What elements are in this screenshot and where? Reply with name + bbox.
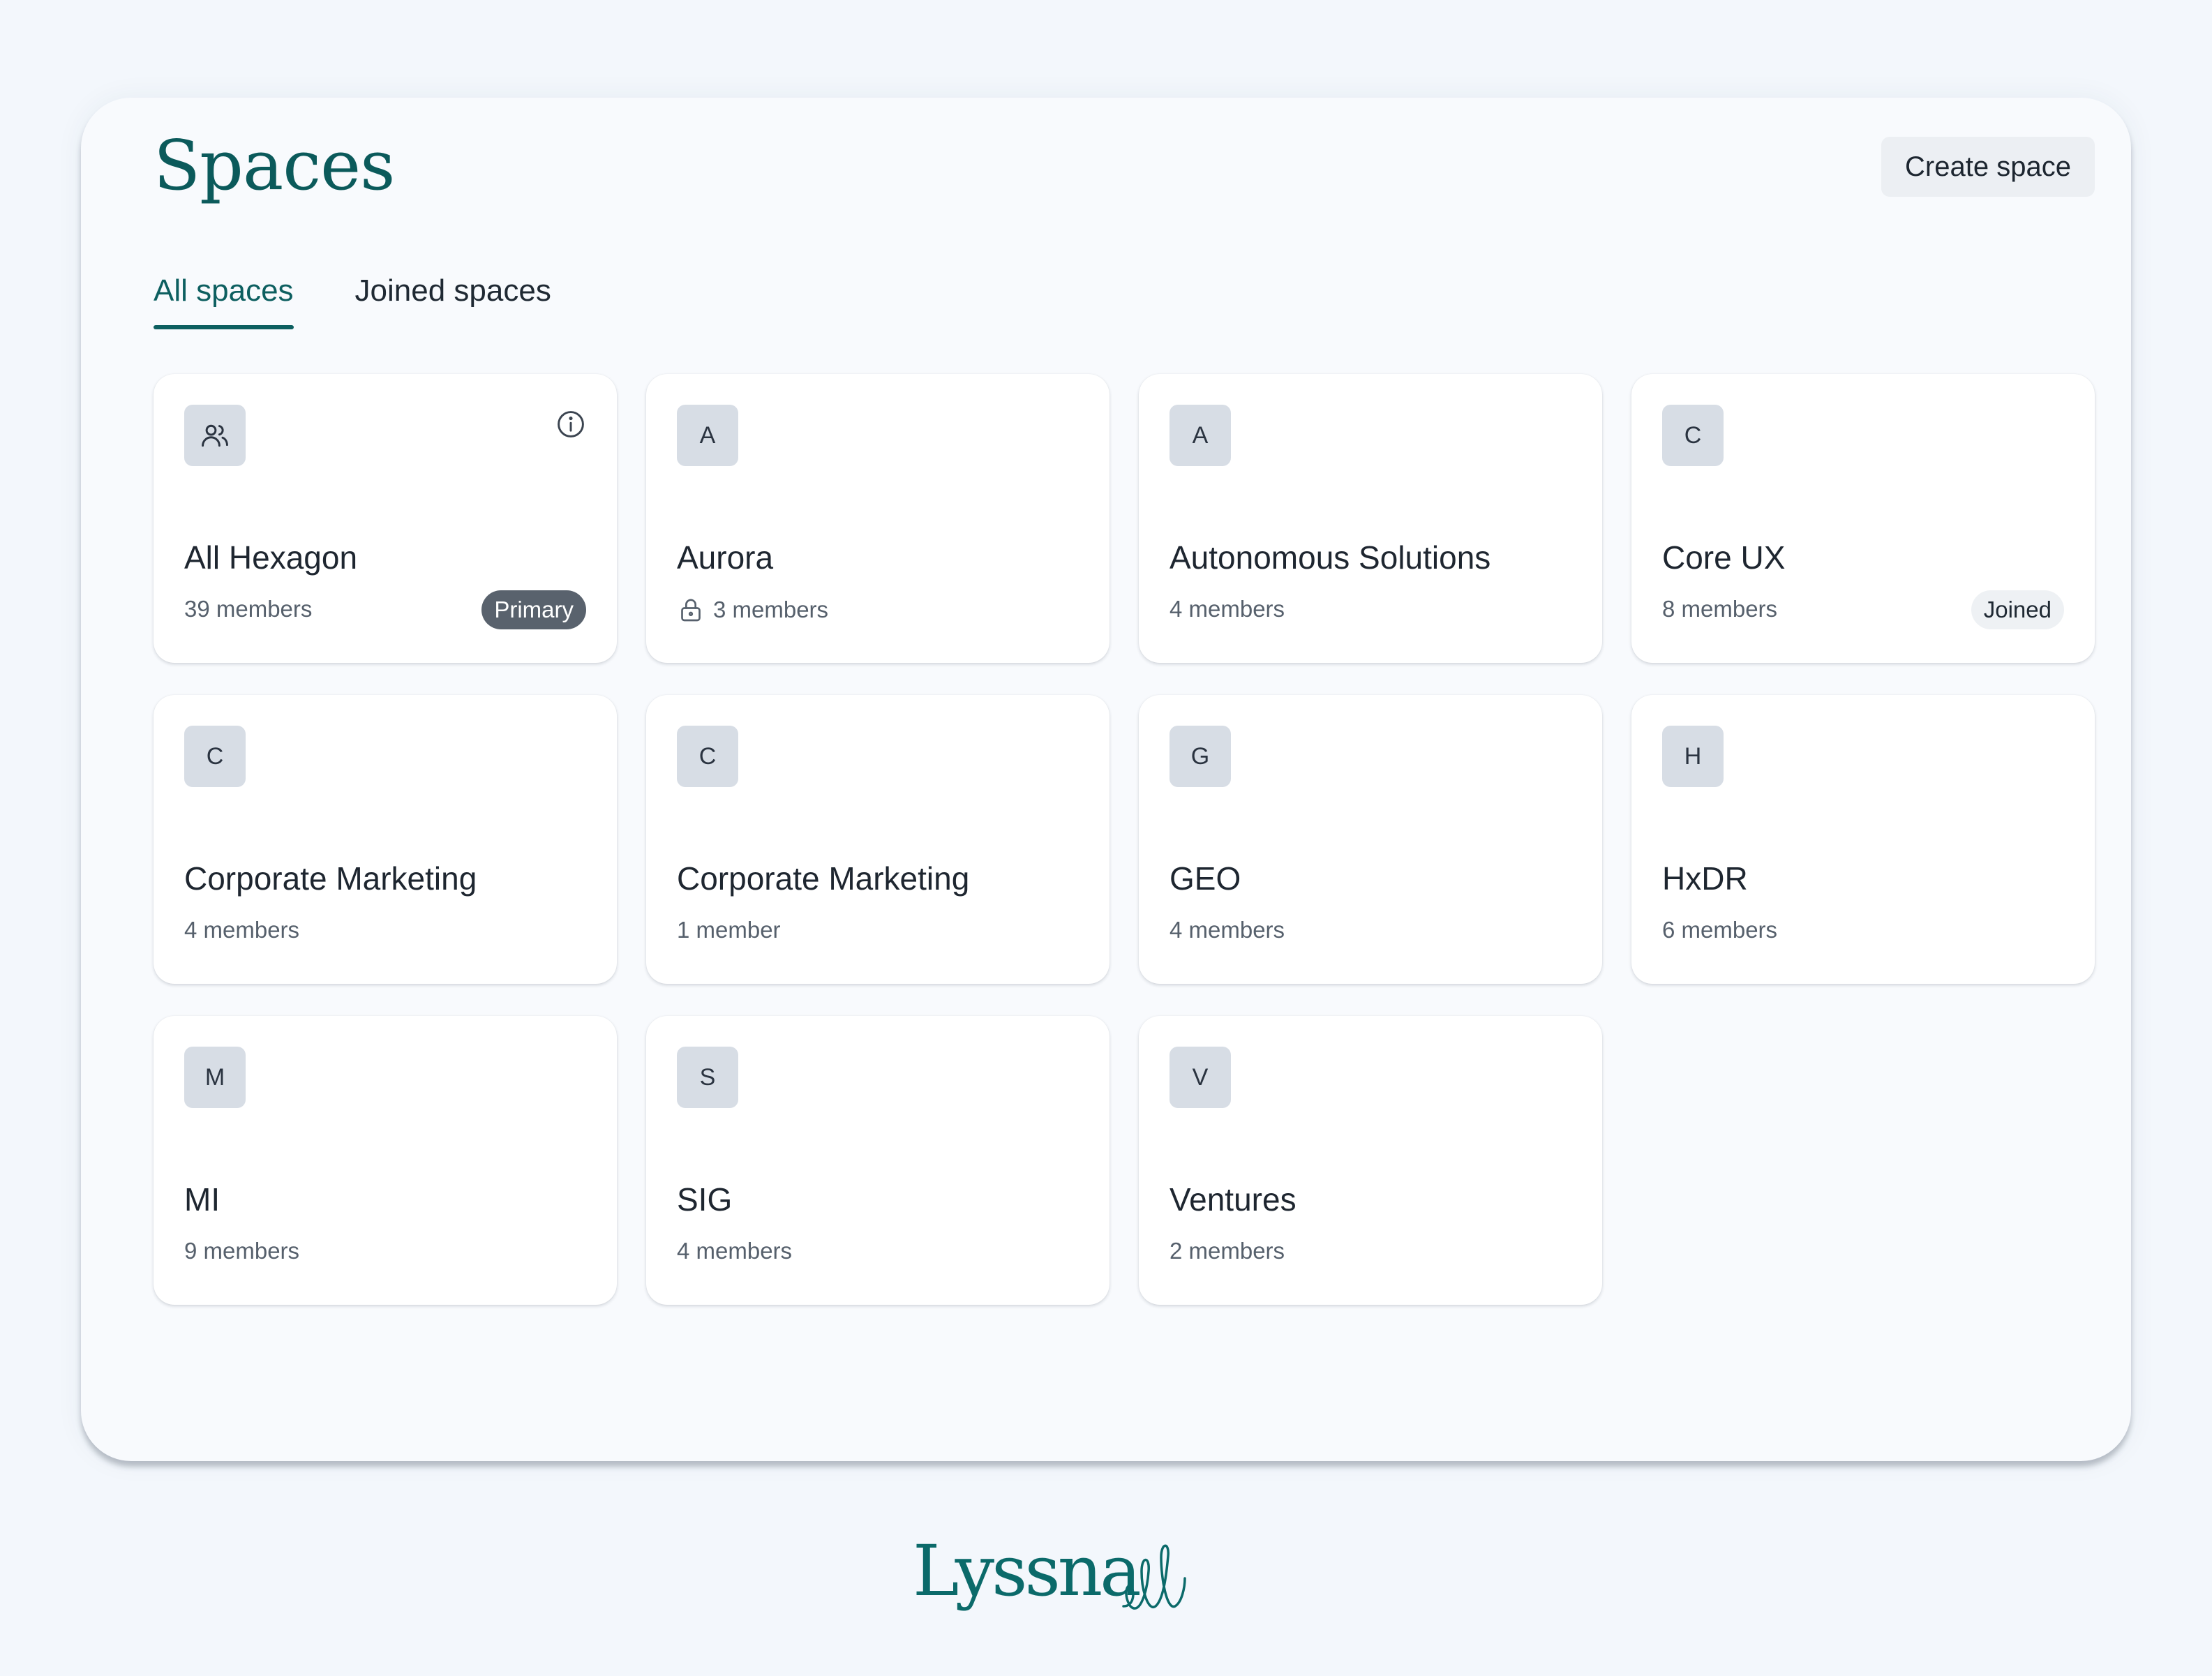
space-avatar: C — [1662, 405, 1724, 466]
tab-bar: All spaces Joined spaces — [154, 274, 551, 329]
space-card-corporate-marketing[interactable]: C Corporate Marketing 4 members — [154, 695, 617, 984]
space-name: MI — [184, 1181, 221, 1218]
space-card-sig[interactable]: S SIG 4 members — [646, 1016, 1109, 1305]
space-avatar: C — [184, 726, 246, 787]
joined-badge: Joined — [1971, 590, 2064, 629]
member-count: 1 member — [677, 917, 781, 943]
create-space-button[interactable]: Create space — [1881, 137, 2095, 197]
member-count: 4 members — [677, 1238, 793, 1264]
tab-all-spaces[interactable]: All spaces — [154, 274, 294, 329]
space-name: Corporate Marketing — [677, 860, 970, 897]
spaces-grid: All Hexagon 39 members Primary A Aurora … — [154, 374, 2096, 1305]
space-members: 8 members — [1662, 596, 1777, 622]
space-members: 9 members — [184, 1238, 299, 1264]
space-card-mi[interactable]: M MI 9 members — [154, 1016, 617, 1305]
space-avatar: A — [677, 405, 738, 466]
lock-icon — [681, 599, 701, 622]
space-name: SIG — [677, 1181, 733, 1218]
space-card-geo[interactable]: G GEO 4 members — [1139, 695, 1602, 984]
space-avatar: V — [1169, 1047, 1231, 1108]
member-count: 9 members — [184, 1238, 300, 1264]
space-card-autonomous-solutions[interactable]: A Autonomous Solutions 4 members — [1139, 374, 1602, 663]
space-name: Autonomous Solutions — [1169, 539, 1491, 576]
space-name: Corporate Marketing — [184, 860, 477, 897]
space-name: Core UX — [1662, 539, 1786, 576]
member-count: 6 members — [1662, 917, 1778, 943]
tab-joined-spaces[interactable]: Joined spaces — [355, 274, 551, 329]
space-card-ventures[interactable]: V Ventures 2 members — [1139, 1016, 1602, 1305]
space-avatar: C — [677, 726, 738, 787]
info-icon[interactable] — [555, 409, 586, 440]
space-card-all-hexagon[interactable]: All Hexagon 39 members Primary — [154, 374, 617, 663]
space-members: 4 members — [1169, 596, 1285, 622]
member-count: 3 members — [713, 597, 829, 622]
lyssna-logo: Lyssna — [913, 1530, 1186, 1612]
space-avatar: A — [1169, 405, 1231, 466]
member-count: 4 members — [184, 917, 300, 943]
space-members: 1 member — [677, 917, 781, 943]
space-avatar: H — [1662, 726, 1724, 787]
space-avatar — [184, 405, 246, 466]
space-card-hxdr[interactable]: H HxDR 6 members — [1631, 695, 2095, 984]
space-name: GEO — [1169, 860, 1241, 897]
users-icon — [202, 424, 228, 447]
space-members: 3 members — [677, 596, 828, 624]
space-avatar: G — [1169, 726, 1231, 787]
page-title: Spaces — [154, 126, 395, 206]
member-count: 4 members — [1169, 917, 1285, 943]
space-members: 4 members — [677, 1238, 792, 1264]
space-members: 2 members — [1169, 1238, 1285, 1264]
member-count: 8 members — [1662, 596, 1778, 622]
member-count: 4 members — [1169, 596, 1285, 622]
space-name: Ventures — [1169, 1181, 1296, 1218]
space-name: HxDR — [1662, 860, 1748, 897]
space-card-aurora[interactable]: A Aurora 3 members — [646, 374, 1109, 663]
member-count: 39 members — [184, 596, 313, 622]
member-count: 2 members — [1169, 1238, 1285, 1264]
logo-wordmark: Lyssna — [913, 1530, 1139, 1612]
space-avatar: S — [677, 1047, 738, 1108]
space-members: 4 members — [1169, 917, 1285, 943]
space-card-corporate-marketing[interactable]: C Corporate Marketing 1 member — [646, 695, 1109, 984]
space-members: 4 members — [184, 917, 299, 943]
spaces-panel: Spaces Create space All spaces Joined sp… — [81, 98, 2131, 1461]
space-members: 6 members — [1662, 917, 1777, 943]
space-name: Aurora — [677, 539, 774, 576]
space-members: 39 members — [184, 596, 312, 622]
space-avatar: M — [184, 1047, 246, 1108]
space-card-core-ux[interactable]: C Core UX 8 members Joined — [1631, 374, 2095, 663]
space-name: All Hexagon — [184, 539, 358, 576]
primary-badge: Primary — [481, 590, 586, 629]
